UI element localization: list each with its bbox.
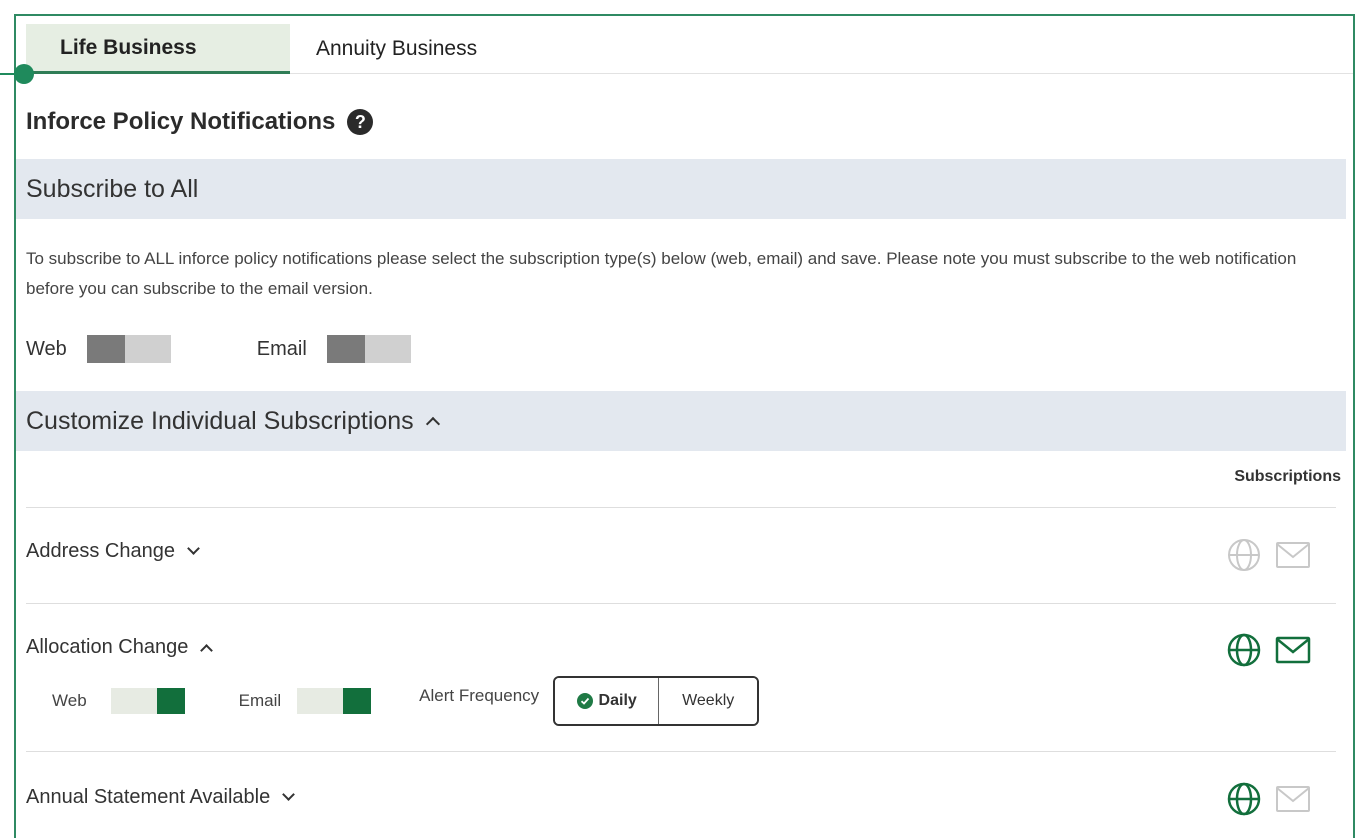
divider <box>26 751 1336 752</box>
envelope-icon[interactable] <box>1275 636 1311 664</box>
page-title: Inforce Policy Notifications ? <box>26 108 374 136</box>
subscriptions-column-header: Subscriptions <box>1234 468 1341 485</box>
chevron-up-icon[interactable] <box>200 644 214 657</box>
toggle-knob <box>86 335 125 363</box>
notifications-panel: Life Business Annuity Business Inforce P… <box>14 14 1355 838</box>
business-tabs: Life Business Annuity Business <box>26 24 1353 74</box>
subscribe-all-heading-text: Subscribe to All <box>26 174 199 203</box>
alert-frequency-selector: Daily Weekly <box>553 676 760 726</box>
chevron-down-icon[interactable] <box>187 542 200 555</box>
alert-frequency-label: Alert Frequency <box>419 686 540 705</box>
subscribe-all-heading: Subscribe to All <box>16 159 1346 219</box>
frequency-option-daily[interactable]: Daily <box>555 678 660 724</box>
frequency-option-weekly-label: Weekly <box>682 692 735 709</box>
item-title-text: Address Change <box>26 540 175 562</box>
envelope-icon[interactable] <box>1275 541 1311 569</box>
subscribe-all-email-toggle[interactable] <box>326 335 411 363</box>
frequency-option-daily-label: Daily <box>598 692 637 709</box>
toggle-knob <box>156 688 185 714</box>
check-circle-icon <box>576 693 593 709</box>
subscribe-all-description: To subscribe to ALL inforce policy notif… <box>26 249 1297 298</box>
allocation-web-toggle[interactable] <box>110 688 185 714</box>
subscribe-all-email-label: Email <box>256 337 307 360</box>
annual-statement-subscription-icons <box>1227 782 1311 816</box>
frequency-option-weekly[interactable]: Weekly <box>659 678 758 724</box>
tab-annuity-business[interactable]: Annuity Business <box>316 24 536 74</box>
globe-icon[interactable] <box>1227 782 1261 816</box>
toggle-knob <box>343 688 372 714</box>
globe-icon[interactable] <box>1227 633 1261 667</box>
item-title-text: Annual Statement Available <box>26 786 271 808</box>
address-change-subscription-icons <box>1227 538 1311 572</box>
item-annual-statement-available[interactable]: Annual Statement Available <box>26 786 296 809</box>
chevron-up-icon[interactable] <box>425 416 440 432</box>
subscribe-all-web-toggle[interactable] <box>86 335 171 363</box>
toggle-knob <box>326 335 365 363</box>
callout-marker-dot <box>14 64 34 84</box>
allocation-email-toggle[interactable] <box>297 688 372 714</box>
item-title-text: Allocation Change <box>26 636 189 658</box>
allocation-change-subscription-icons <box>1227 633 1311 667</box>
allocation-web-label: Web <box>52 691 87 710</box>
subscribe-all-toggles: Web Email <box>26 332 411 366</box>
allocation-email-label: Email <box>238 691 282 710</box>
divider <box>26 603 1336 604</box>
allocation-change-settings: Web Email Alert Frequency Daily Weekly <box>52 676 760 726</box>
chevron-down-icon[interactable] <box>282 788 296 801</box>
subscribe-all-web-label: Web <box>26 337 67 360</box>
customize-heading-text: Customize Individual Subscriptions <box>26 406 414 435</box>
question-circle-icon[interactable]: ? <box>347 109 374 135</box>
customize-heading[interactable]: Customize Individual Subscriptions <box>16 391 1346 451</box>
item-allocation-change[interactable]: Allocation Change <box>26 636 214 659</box>
page-title-text: Inforce Policy Notifications <box>26 108 336 135</box>
envelope-icon[interactable] <box>1275 785 1311 813</box>
divider <box>26 507 1336 508</box>
item-address-change[interactable]: Address Change <box>26 540 200 563</box>
globe-icon[interactable] <box>1227 538 1261 572</box>
tab-life-business[interactable]: Life Business <box>26 24 290 74</box>
